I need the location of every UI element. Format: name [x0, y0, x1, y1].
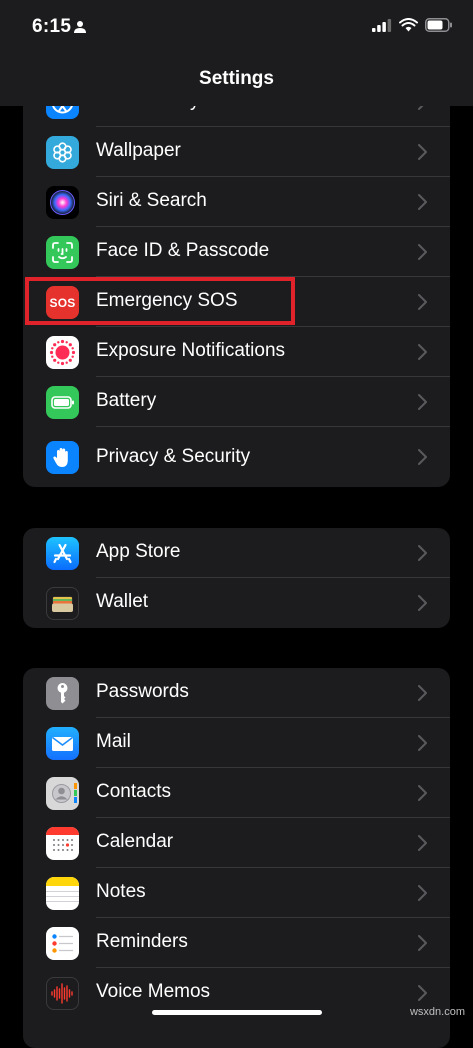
settings-row-exposure-notifications[interactable]: Exposure Notifications — [23, 327, 450, 377]
chevron-right-icon — [418, 394, 427, 410]
battery-icon — [46, 386, 79, 419]
notes-icon — [46, 877, 79, 910]
person-icon — [74, 21, 86, 33]
settings-row-label: Wallpaper — [96, 140, 181, 161]
settings-row-label: Voice Memos — [96, 981, 211, 1002]
chevron-right-icon — [418, 194, 427, 210]
app-store-icon — [46, 537, 79, 570]
settings-row-notes[interactable]: Notes — [23, 868, 450, 918]
settings-row-wallet[interactable]: Wallet — [23, 578, 450, 628]
privacy-hand-icon — [46, 441, 79, 474]
cellular-signal-icon — [372, 18, 392, 32]
chevron-right-icon — [418, 144, 427, 160]
calendar-icon — [46, 827, 79, 860]
settings-row-label: Face ID & Passcode — [96, 240, 270, 261]
settings-row-reminders[interactable]: Reminders — [23, 918, 450, 968]
status-indicators — [372, 18, 453, 32]
settings-row-label: Notes — [96, 881, 146, 902]
chevron-right-icon — [418, 835, 427, 851]
settings-row-label: Passwords — [96, 681, 189, 702]
settings-group-store: App Store Wallet — [23, 528, 450, 628]
settings-group-apps: Passwords Mail Contacts Calendar Notes R… — [23, 668, 450, 1048]
chevron-right-icon — [418, 344, 427, 360]
status-time: 6:15 — [32, 16, 72, 37]
settings-list[interactable]: Accessibility Wallpaper Siri & Search — [0, 0, 473, 1048]
chevron-right-icon — [418, 735, 427, 751]
chevron-right-icon — [418, 545, 427, 561]
wallpaper-icon — [46, 136, 79, 169]
status-bar: 6:15 — [0, 0, 473, 56]
settings-row-siri-search[interactable]: Siri & Search — [23, 177, 450, 227]
settings-row-label: Contacts — [96, 781, 171, 802]
chevron-right-icon — [418, 244, 427, 260]
chevron-right-icon — [418, 595, 427, 611]
settings-row-mail[interactable]: Mail — [23, 718, 450, 768]
settings-row-label: Reminders — [96, 931, 188, 952]
chevron-right-icon — [418, 935, 427, 951]
key-icon — [46, 677, 79, 710]
chevron-right-icon — [418, 685, 427, 701]
chevron-right-icon — [418, 785, 427, 801]
settings-row-label: Battery — [96, 390, 157, 411]
wallet-icon — [46, 587, 79, 620]
settings-row-label: Mail — [96, 731, 131, 752]
settings-row-contacts[interactable]: Contacts — [23, 768, 450, 818]
mail-icon — [46, 727, 79, 760]
emergency-sos-highlight-box — [25, 277, 295, 325]
contacts-icon — [46, 777, 79, 810]
settings-row-label: Privacy & Security — [96, 446, 251, 467]
chevron-right-icon — [418, 985, 427, 1001]
settings-row-app-store[interactable]: App Store — [23, 528, 450, 578]
settings-row-label: Calendar — [96, 831, 174, 852]
settings-row-label: App Store — [96, 541, 181, 562]
settings-row-wallpaper[interactable]: Wallpaper — [23, 127, 450, 177]
battery-status-icon — [425, 18, 452, 32]
navigation-bar: Settings — [0, 56, 473, 106]
watermark-text: wsxdn.com — [409, 1006, 465, 1018]
settings-row-label: Siri & Search — [96, 190, 207, 211]
settings-row-label: Exposure Notifications — [96, 340, 286, 361]
page-title: Settings — [199, 68, 274, 89]
reminders-icon — [46, 927, 79, 960]
wifi-icon — [399, 18, 418, 32]
exposure-notifications-icon — [46, 336, 79, 369]
settings-row-face-id-passcode[interactable]: Face ID & Passcode — [23, 227, 450, 277]
settings-row-passwords[interactable]: Passwords — [23, 668, 450, 718]
settings-row-battery[interactable]: Battery — [23, 377, 450, 427]
face-id-icon — [46, 236, 79, 269]
chevron-right-icon — [418, 449, 427, 465]
voice-memos-icon — [46, 977, 79, 1010]
siri-icon — [46, 186, 79, 219]
settings-row-calendar[interactable]: Calendar — [23, 818, 450, 868]
settings-row-label: Wallet — [96, 591, 149, 612]
chevron-right-icon — [418, 885, 427, 901]
settings-row-privacy-security[interactable]: Privacy & Security — [23, 427, 450, 487]
home-indicator[interactable] — [152, 1010, 322, 1015]
chevron-right-icon — [418, 294, 427, 310]
